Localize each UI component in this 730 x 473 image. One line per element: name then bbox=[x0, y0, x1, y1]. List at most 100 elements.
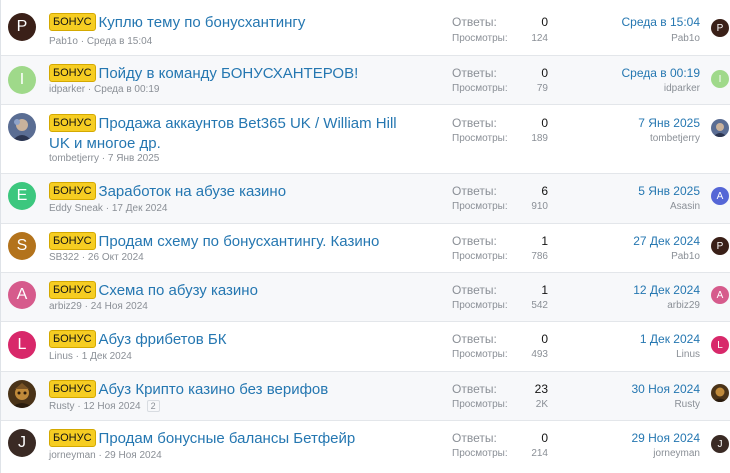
bonus-badge[interactable]: БОНУС bbox=[49, 429, 96, 447]
last-post-date[interactable]: 5 Янв 2025 bbox=[638, 184, 700, 198]
thread-author[interactable]: Rusty bbox=[49, 401, 75, 412]
replies-label: Ответы: bbox=[452, 431, 497, 445]
last-poster-avatar[interactable]: P bbox=[711, 19, 729, 37]
author-avatar[interactable]: A bbox=[8, 281, 36, 309]
bonus-badge[interactable]: БОНУС bbox=[49, 380, 96, 398]
last-poster-avatar[interactable]: A bbox=[711, 286, 729, 304]
last-post-date[interactable]: 27 Дек 2024 bbox=[633, 234, 700, 248]
views-label: Просмотры: bbox=[452, 201, 508, 212]
thread-date[interactable]: 26 Окт 2024 bbox=[88, 252, 144, 263]
last-post-date[interactable]: 29 Ноя 2024 bbox=[631, 431, 700, 445]
last-post-user[interactable]: jorneyman bbox=[653, 448, 700, 459]
replies-label: Ответы: bbox=[452, 66, 497, 80]
last-poster-avatar[interactable] bbox=[711, 384, 729, 402]
last-post-user[interactable]: Linus bbox=[676, 349, 700, 360]
thread-date[interactable]: 7 Янв 2025 bbox=[108, 153, 159, 164]
views-count: 2K bbox=[535, 399, 548, 410]
thread-date[interactable]: 17 Дек 2024 bbox=[112, 203, 168, 214]
thread-title-link[interactable]: Продажа аккаунтов Bet365 UK / William Hi… bbox=[49, 115, 397, 152]
bonus-badge[interactable]: БОНУС bbox=[49, 13, 96, 31]
last-poster-avatar[interactable]: P bbox=[711, 237, 729, 255]
user-photo-icon bbox=[8, 113, 36, 141]
thread-date[interactable]: 1 Дек 2024 bbox=[82, 351, 132, 362]
author-avatar[interactable]: J bbox=[8, 429, 36, 457]
user-photo-icon bbox=[711, 384, 729, 402]
last-post-date[interactable]: Среда в 15:04 bbox=[622, 15, 701, 29]
thread-title-wrap: БОНУС Пойду в команду БОНУСХАНТЕРОВ! bbox=[49, 64, 419, 84]
thread-author[interactable]: Eddy Sneak bbox=[49, 203, 103, 214]
thread-row: L БОНУС Абуз фрибетов БК Linus · 1 Дек 20… bbox=[1, 322, 730, 372]
author-avatar[interactable]: I bbox=[8, 66, 36, 94]
thread-title-wrap: БОНУС Продажа аккаунтов Bet365 UK / Willi… bbox=[49, 114, 419, 154]
thread-row: S БОНУС Продам схему по бонусхантингу. Ка… bbox=[1, 224, 730, 273]
thread-date[interactable]: 12 Ноя 2024 bbox=[83, 401, 140, 412]
last-post-user[interactable]: tombetjerry bbox=[650, 133, 700, 144]
thread-title-link[interactable]: Абуз фрибетов БК bbox=[99, 331, 227, 348]
last-post-user[interactable]: idparker bbox=[664, 83, 700, 94]
last-post-user[interactable]: Pab1o bbox=[671, 251, 700, 262]
thread-row: P БОНУС Куплю тему по бонусхантингу Pab1o… bbox=[1, 0, 730, 56]
views-count: 124 bbox=[531, 33, 548, 44]
last-post-date[interactable]: 12 Дек 2024 bbox=[633, 283, 700, 297]
views-label: Просмотры: bbox=[452, 448, 508, 459]
author-avatar[interactable] bbox=[8, 380, 36, 408]
thread-title-link[interactable]: Абуз Крипто казино без верифов bbox=[99, 381, 329, 398]
thread-title-link[interactable]: Куплю тему по бонусхантингу bbox=[99, 14, 306, 31]
thread-row: E БОНУС Заработок на абузе казино Eddy Sn… bbox=[1, 174, 730, 224]
thread-date[interactable]: Среда в 00:19 bbox=[94, 84, 159, 95]
thread-author[interactable]: arbiz29 bbox=[49, 301, 82, 312]
author-avatar[interactable]: S bbox=[8, 232, 36, 260]
bonus-badge[interactable]: БОНУС bbox=[49, 232, 96, 250]
thread-author[interactable]: idparker bbox=[49, 84, 85, 95]
thread-meta: SB322 · 26 Окт 2024 bbox=[49, 252, 144, 263]
replies-label: Ответы: bbox=[452, 234, 497, 248]
last-post-user[interactable]: Rusty bbox=[674, 399, 700, 410]
thread-date[interactable]: 24 Ноя 2024 bbox=[91, 301, 148, 312]
thread-date[interactable]: Среда в 15:04 bbox=[87, 36, 152, 47]
user-photo-icon bbox=[8, 380, 36, 408]
thread-author[interactable]: Linus bbox=[49, 351, 73, 362]
thread-title-link[interactable]: Заработок на абузе казино bbox=[99, 183, 287, 200]
last-poster-avatar[interactable]: L bbox=[711, 336, 729, 354]
author-avatar[interactable]: P bbox=[8, 13, 36, 41]
last-post-user[interactable]: arbiz29 bbox=[667, 300, 700, 311]
replies-label: Ответы: bbox=[452, 116, 497, 130]
last-post-user[interactable]: Pab1o bbox=[671, 33, 700, 44]
thread-meta: tombetjerry · 7 Янв 2025 bbox=[49, 153, 160, 164]
last-poster-avatar[interactable]: A bbox=[711, 187, 729, 205]
last-post-date[interactable]: 30 Ноя 2024 bbox=[631, 382, 700, 396]
views-count: 189 bbox=[531, 133, 548, 144]
thread-author[interactable]: Pab1o bbox=[49, 36, 78, 47]
thread-author[interactable]: tombetjerry bbox=[49, 153, 99, 164]
bonus-badge[interactable]: БОНУС bbox=[49, 114, 96, 132]
author-avatar[interactable] bbox=[8, 113, 36, 141]
last-post-user[interactable]: Asasin bbox=[670, 201, 700, 212]
replies-count: 0 bbox=[541, 332, 548, 346]
thread-row: A БОНУС Схема по абузу казино arbiz29 · 2… bbox=[1, 273, 730, 322]
last-poster-avatar[interactable]: J bbox=[711, 435, 729, 453]
last-post-date[interactable]: 7 Янв 2025 bbox=[638, 116, 700, 130]
last-post-date[interactable]: 1 Дек 2024 bbox=[640, 332, 700, 346]
replies-count: 0 bbox=[541, 66, 548, 80]
replies-label: Ответы: bbox=[452, 332, 497, 346]
thread-author[interactable]: SB322 bbox=[49, 252, 79, 263]
thread-author[interactable]: jorneyman bbox=[49, 450, 96, 461]
bonus-badge[interactable]: БОНУС bbox=[49, 64, 96, 82]
thread-date[interactable]: 29 Ноя 2024 bbox=[105, 450, 162, 461]
page-jump-link[interactable]: 2 bbox=[146, 400, 160, 412]
thread-title-link[interactable]: Схема по абузу казино bbox=[99, 282, 258, 299]
bonus-badge[interactable]: БОНУС bbox=[49, 281, 96, 299]
views-label: Просмотры: bbox=[452, 133, 508, 144]
bonus-badge[interactable]: БОНУС bbox=[49, 330, 96, 348]
thread-title-wrap: БОНУС Продам схему по бонусхантингу. Кази… bbox=[49, 232, 419, 252]
bonus-badge[interactable]: БОНУС bbox=[49, 182, 96, 200]
last-poster-avatar[interactable] bbox=[711, 119, 729, 137]
author-avatar[interactable]: L bbox=[8, 331, 36, 359]
author-avatar[interactable]: E bbox=[8, 182, 36, 210]
thread-title-link[interactable]: Продам схему по бонусхантингу. Казино bbox=[99, 233, 380, 250]
last-post-date[interactable]: Среда в 00:19 bbox=[622, 66, 701, 80]
views-label: Просмотры: bbox=[452, 300, 508, 311]
thread-title-link[interactable]: Пойду в команду БОНУСХАНТЕРОВ! bbox=[99, 65, 359, 82]
thread-title-link[interactable]: Продам бонусные балансы Бетфейр bbox=[99, 430, 356, 447]
last-poster-avatar[interactable]: I bbox=[711, 70, 729, 88]
